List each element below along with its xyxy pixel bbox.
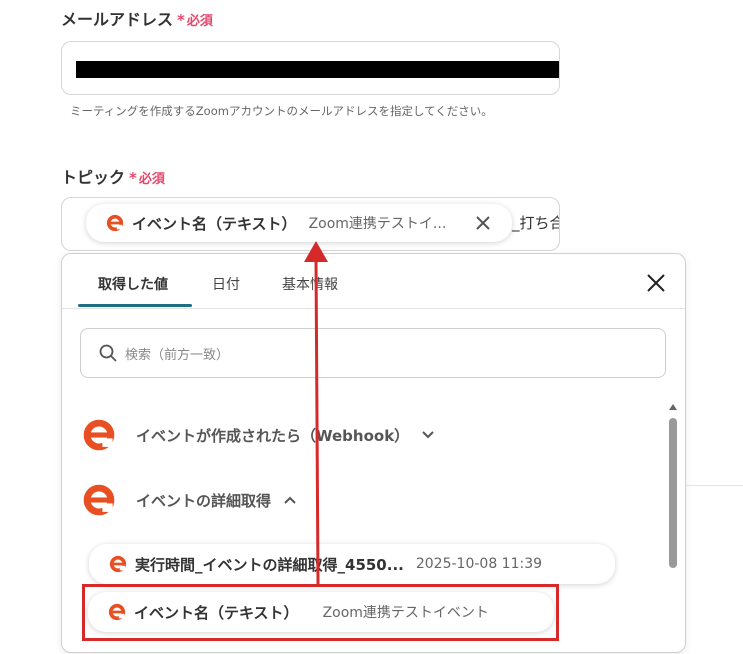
arrow-annotation [304, 241, 328, 585]
